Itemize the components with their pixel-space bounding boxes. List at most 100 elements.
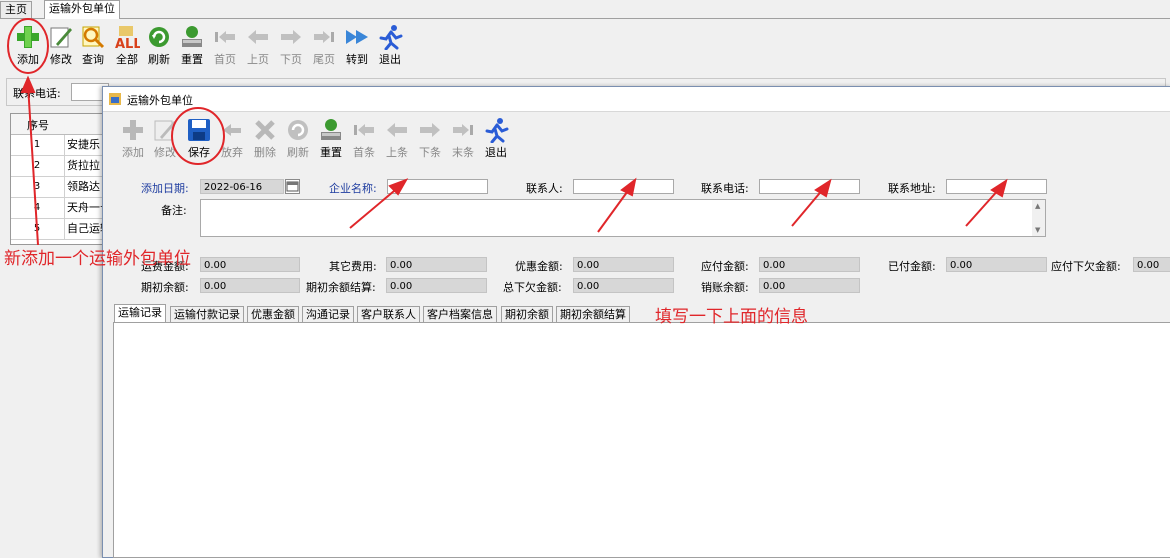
tab-home[interactable]: 主页 bbox=[0, 1, 32, 18]
edit-button[interactable]: 修改 bbox=[43, 24, 79, 67]
contact-address-input[interactable] bbox=[946, 179, 1047, 194]
reset-button[interactable]: 重置 bbox=[174, 24, 210, 67]
total-owed-label: 总下欠金额: bbox=[503, 281, 562, 294]
calendar-icon bbox=[286, 181, 299, 192]
first-record-icon bbox=[354, 124, 374, 136]
tab-opening-balance[interactable]: 期初余额 bbox=[501, 306, 553, 323]
arrow-left-icon bbox=[387, 123, 407, 137]
table-row[interactable]: 5 自己运输 bbox=[11, 219, 106, 240]
floppy-disk-icon bbox=[188, 119, 210, 141]
exit-button[interactable]: 退出 bbox=[372, 24, 408, 67]
edit-label: 修改 bbox=[50, 53, 72, 66]
row-index: 5 bbox=[33, 223, 41, 234]
opening-settle-field: 0.00 bbox=[386, 278, 487, 293]
tab-communication-records[interactable]: 沟通记录 bbox=[302, 306, 354, 323]
table-row[interactable]: 4 天舟一号 bbox=[11, 198, 106, 219]
exit-button[interactable]: 退出 bbox=[478, 117, 514, 160]
company-name-input[interactable] bbox=[387, 179, 488, 194]
table-row[interactable]: 3 领路达 bbox=[11, 177, 103, 198]
tab-transport-outsource[interactable]: 运输外包单位 bbox=[44, 0, 120, 19]
row-index: 3 bbox=[33, 181, 41, 192]
last-page-button[interactable]: 尾页 bbox=[306, 24, 342, 67]
tab-content-area bbox=[113, 322, 1170, 558]
remark-scrollbar[interactable]: ▲ ▼ bbox=[1032, 200, 1045, 236]
main-toolbar: 添加 修改 查询 ALL 全部 刷新 重置 首页 上页 下页 尾页 转到 退出 bbox=[0, 20, 1170, 72]
add-button[interactable]: 添加 bbox=[10, 24, 46, 67]
outsource-unit-dialog: 运输外包单位 添加 修改 保存 放弃 删除 刷新 重置 首条 上条 下条 末条 … bbox=[102, 86, 1170, 558]
plus-icon bbox=[123, 120, 143, 140]
refresh-button[interactable]: 刷新 bbox=[280, 117, 316, 160]
prev-page-button[interactable]: 上页 bbox=[240, 24, 276, 67]
tab-discount-amount[interactable]: 优惠金额 bbox=[247, 306, 299, 323]
next-record-button[interactable]: 下条 bbox=[412, 117, 448, 160]
back-phone-label: 联系电话: bbox=[13, 87, 61, 100]
prev-record-label: 上条 bbox=[386, 146, 408, 159]
all-icon: ALL bbox=[115, 26, 140, 50]
annotation-add-note: 新添加一个运输外包单位 bbox=[4, 249, 191, 269]
first-page-icon bbox=[215, 31, 235, 43]
all-label: 全部 bbox=[116, 53, 138, 66]
scroll-down-icon[interactable]: ▼ bbox=[1035, 226, 1040, 234]
add-date-label: 添加日期: bbox=[141, 182, 189, 195]
next-page-button[interactable]: 下页 bbox=[273, 24, 309, 67]
contact-phone-label: 联系电话: bbox=[701, 182, 749, 195]
tab-customer-profile[interactable]: 客户档案信息 bbox=[423, 306, 497, 323]
reset-icon bbox=[182, 26, 202, 47]
cancel-button[interactable]: 放弃 bbox=[214, 117, 250, 160]
scroll-up-icon[interactable]: ▲ bbox=[1035, 202, 1040, 210]
edit-button[interactable]: 修改 bbox=[147, 117, 183, 160]
payable-amount-value: 0.00 bbox=[763, 260, 786, 271]
reset-label: 重置 bbox=[181, 53, 203, 66]
writeoff-balance-value: 0.00 bbox=[763, 281, 786, 292]
tab-label: 运输付款记录 bbox=[174, 308, 240, 321]
unpaid-payable-label: 应付下欠金额: bbox=[1051, 260, 1121, 273]
query-label: 查询 bbox=[82, 53, 104, 66]
table-row[interactable]: 2 货拉拉 bbox=[11, 156, 103, 177]
remark-textarea[interactable] bbox=[200, 199, 1046, 237]
last-page-icon bbox=[314, 31, 334, 43]
goto-button[interactable]: 转到 bbox=[339, 24, 375, 67]
delete-button[interactable]: 删除 bbox=[247, 117, 283, 160]
refresh-icon bbox=[149, 27, 169, 47]
refresh-button[interactable]: 刷新 bbox=[141, 24, 177, 67]
annotation-fill-note: 填写一下上面的信息 bbox=[655, 307, 808, 327]
edit-icon bbox=[154, 120, 176, 141]
paid-amount-value: 0.00 bbox=[950, 260, 973, 271]
calendar-button[interactable] bbox=[285, 179, 300, 194]
tab-customer-contacts[interactable]: 客户联系人 bbox=[357, 306, 420, 323]
all-button[interactable]: ALL 全部 bbox=[109, 24, 145, 67]
opening-balance-field: 0.00 bbox=[200, 278, 300, 293]
delete-x-icon bbox=[255, 120, 275, 140]
first-record-button[interactable]: 首条 bbox=[346, 117, 382, 160]
add-button[interactable]: 添加 bbox=[115, 117, 151, 160]
unpaid-payable-field: 0.00 bbox=[1133, 257, 1170, 272]
tab-transport-records[interactable]: 运输记录 bbox=[114, 304, 166, 323]
last-record-button[interactable]: 末条 bbox=[445, 117, 481, 160]
table-row[interactable]: 1 安捷乐 bbox=[11, 135, 103, 156]
tab-label: 沟通记录 bbox=[306, 308, 350, 321]
add-label: 添加 bbox=[122, 146, 144, 159]
save-button[interactable]: 保存 bbox=[181, 117, 217, 160]
query-button[interactable]: 查询 bbox=[75, 24, 111, 67]
exit-label: 退出 bbox=[485, 146, 507, 159]
cancel-label: 放弃 bbox=[221, 146, 243, 159]
main-tab-bar: 主页 运输外包单位 bbox=[0, 0, 1170, 19]
tab-opening-balance-settle[interactable]: 期初余额结算 bbox=[556, 306, 630, 323]
first-page-button[interactable]: 首页 bbox=[207, 24, 243, 67]
contact-person-input[interactable] bbox=[573, 179, 674, 194]
reset-icon bbox=[321, 119, 341, 140]
tab-label: 客户档案信息 bbox=[427, 308, 493, 321]
other-fee-value: 0.00 bbox=[390, 260, 413, 271]
add-date-field[interactable]: 2022-06-16 bbox=[200, 179, 284, 194]
discount-amount-value: 0.00 bbox=[577, 260, 600, 271]
paid-amount-field: 0.00 bbox=[946, 257, 1047, 272]
tab-transport-payments[interactable]: 运输付款记录 bbox=[170, 306, 244, 323]
row-index: 1 bbox=[33, 139, 41, 150]
total-owed-value: 0.00 bbox=[577, 281, 600, 292]
other-fee-label: 其它费用: bbox=[329, 260, 377, 273]
contact-phone-input[interactable] bbox=[759, 179, 860, 194]
total-owed-field: 0.00 bbox=[573, 278, 674, 293]
prev-record-button[interactable]: 上条 bbox=[379, 117, 415, 160]
edit-label: 修改 bbox=[154, 146, 176, 159]
reset-button[interactable]: 重置 bbox=[313, 117, 349, 160]
